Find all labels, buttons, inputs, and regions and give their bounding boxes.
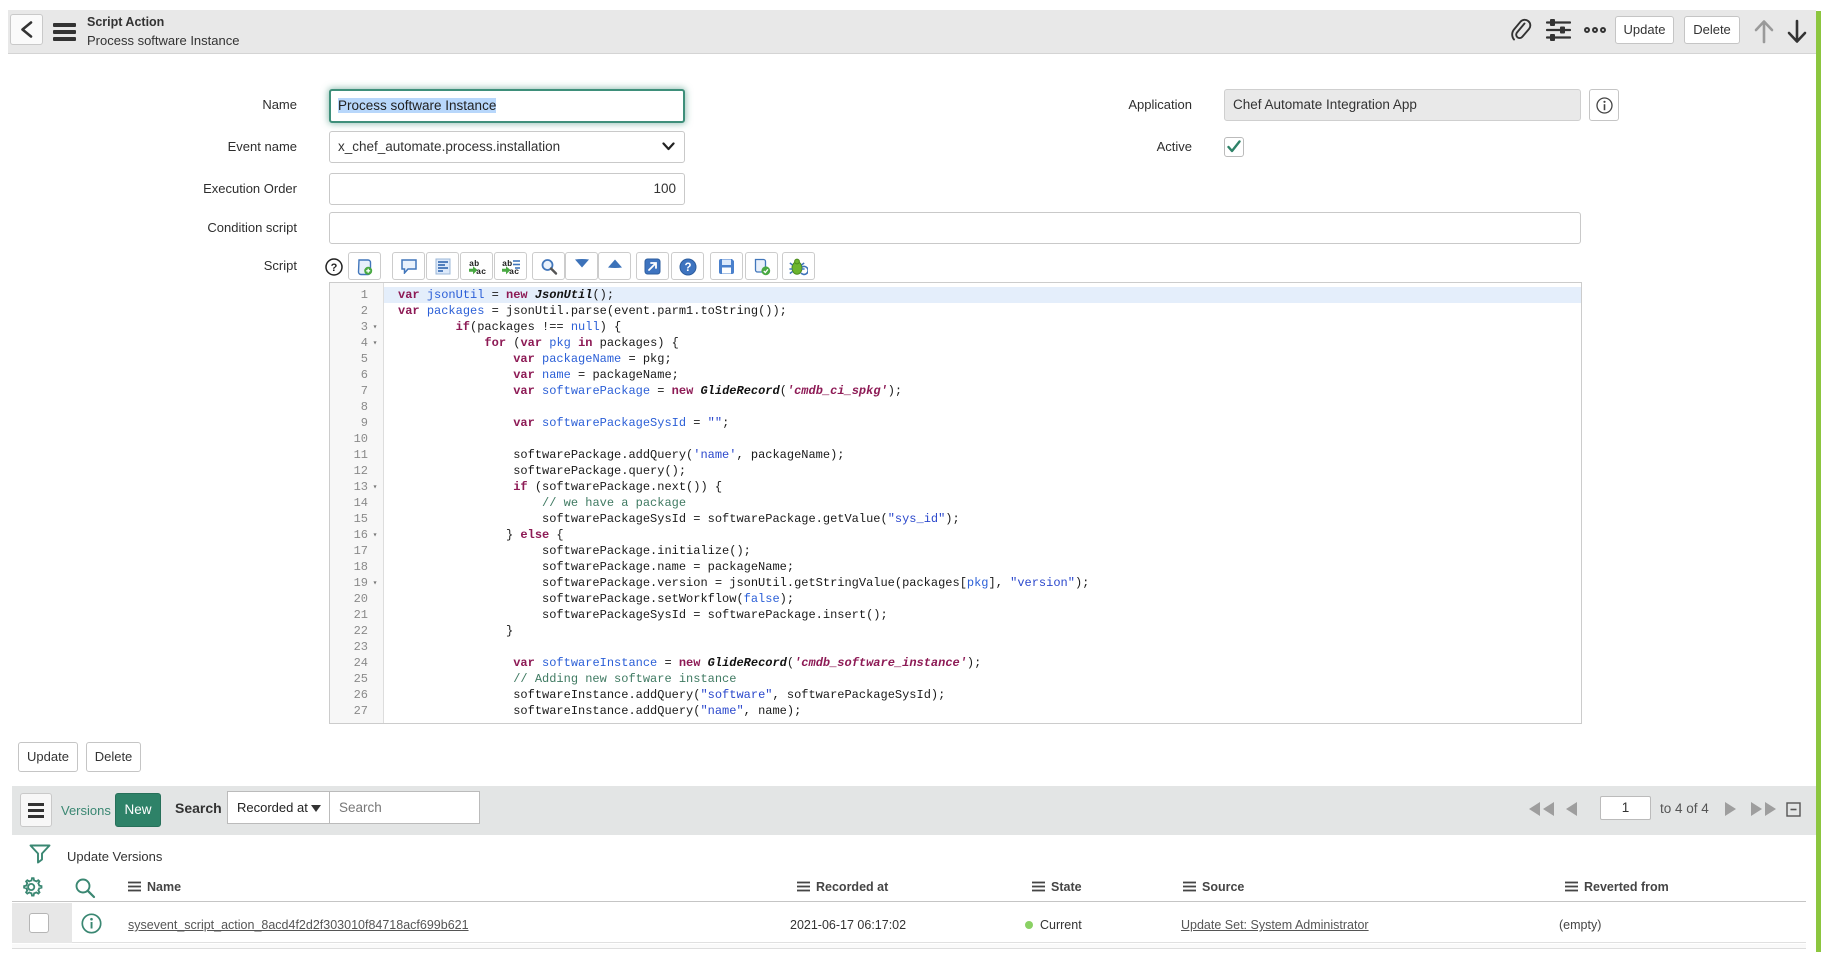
svg-text:ac: ac [476, 267, 486, 276]
svg-text:?: ? [684, 262, 691, 274]
svg-text:?: ? [331, 262, 338, 274]
